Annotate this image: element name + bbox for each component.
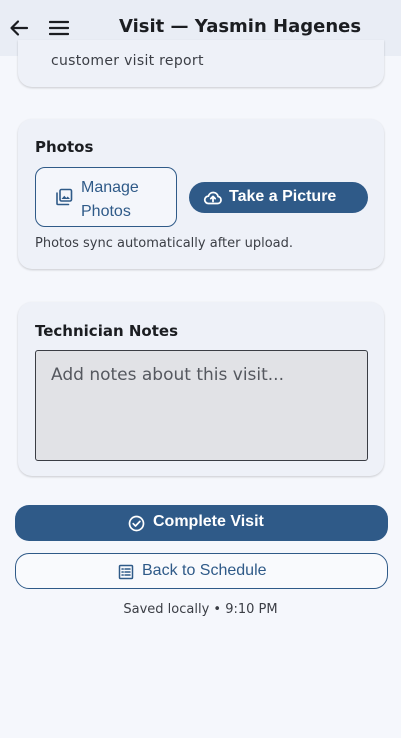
- photos-sync-hint: Photos sync automatically after upload.: [35, 236, 294, 251]
- photos-heading: Photos: [35, 138, 94, 156]
- visit-report-card: customer visit report: [18, 40, 384, 87]
- cloud-upload-icon: [203, 191, 222, 205]
- back-to-schedule-label: Back to Schedule: [142, 562, 267, 579]
- hamburger-menu-icon[interactable]: [49, 19, 69, 37]
- back-to-schedule-button[interactable]: Back to Schedule: [15, 553, 388, 589]
- arrow-left-icon[interactable]: [9, 18, 29, 38]
- list-icon: [118, 564, 134, 580]
- take-picture-label: Take a Picture: [229, 188, 337, 205]
- technician-notes-heading: Technician Notes: [35, 322, 178, 340]
- photos-card: Photos Manage Photos Take a Picture Phot…: [18, 119, 384, 269]
- visit-report-text: customer visit report: [51, 53, 204, 69]
- page-title: Visit — Yasmin Hagenes: [119, 16, 362, 37]
- saved-status-text: Saved locally • 9:10 PM: [123, 602, 278, 617]
- manage-photos-label: Manage Photos: [81, 179, 139, 220]
- technician-notes-card: Technician Notes: [18, 302, 384, 476]
- take-picture-button[interactable]: Take a Picture: [189, 182, 368, 213]
- complete-visit-button[interactable]: Complete Visit: [15, 505, 388, 541]
- complete-visit-label: Complete Visit: [153, 513, 264, 530]
- check-circle-icon: [128, 515, 145, 532]
- manage-photos-button[interactable]: Manage Photos: [35, 167, 177, 227]
- technician-notes-input[interactable]: [35, 350, 368, 461]
- photo-library-icon: [56, 188, 73, 206]
